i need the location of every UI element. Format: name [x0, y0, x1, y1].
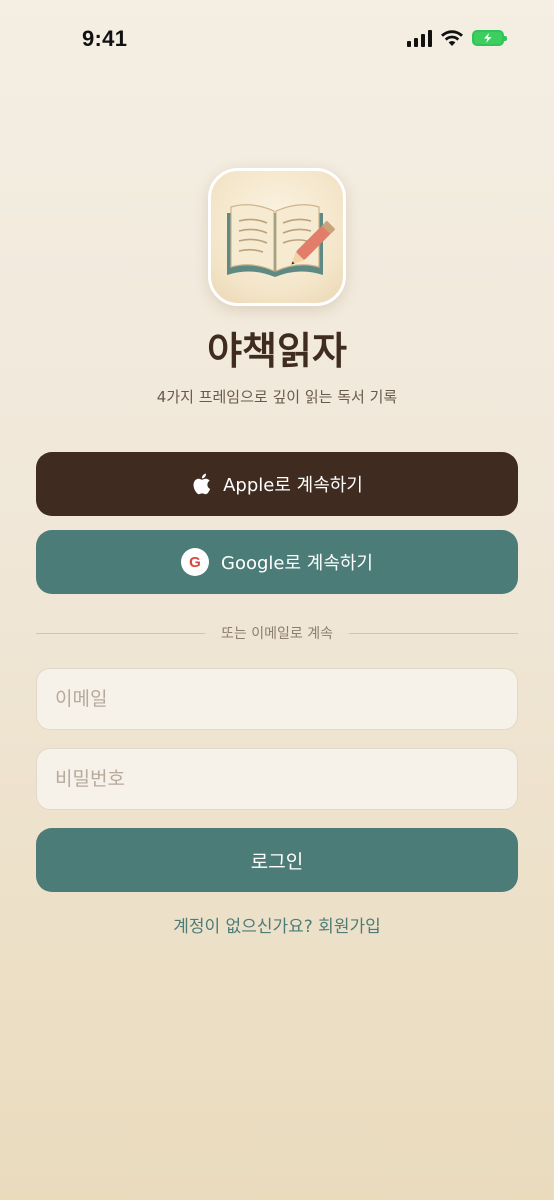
wifi-icon	[441, 30, 463, 46]
email-divider: 또는 이메일로 계속	[36, 622, 519, 644]
login-button[interactable]: 로그인	[36, 828, 518, 892]
google-logo-icon: G	[181, 548, 209, 576]
divider-line-right	[348, 632, 519, 634]
app-subtitle: 4가지 프레임으로 깊이 읽는 독서 기록	[156, 388, 398, 406]
status-icons	[407, 29, 507, 47]
app-logo-icon	[208, 168, 346, 306]
cellular-signal-icon	[407, 29, 432, 47]
email-input[interactable]	[36, 668, 518, 730]
google-signin-label: Google로 계속하기	[221, 553, 373, 574]
apple-signin-button[interactable]: Apple로 계속하기	[36, 452, 518, 516]
login-label: 로그인	[250, 850, 304, 873]
password-input[interactable]	[36, 748, 518, 810]
google-signin-button[interactable]: G Google로 계속하기	[36, 530, 518, 594]
status-bar: 9:41	[0, 0, 554, 84]
battery-charging-icon	[472, 30, 507, 46]
divider-line-left	[36, 632, 206, 634]
divider-text: 또는 이메일로 계속	[221, 626, 333, 642]
apple-logo-icon	[193, 473, 211, 495]
book-with-pencil-icon	[227, 204, 336, 277]
app-title: 야책읽자	[207, 329, 347, 373]
signup-link[interactable]: 계정이 없으신가요? 회원가입	[0, 912, 554, 937]
apple-signin-label: Apple로 계속하기	[223, 475, 363, 496]
status-time: 9:41	[82, 26, 128, 51]
